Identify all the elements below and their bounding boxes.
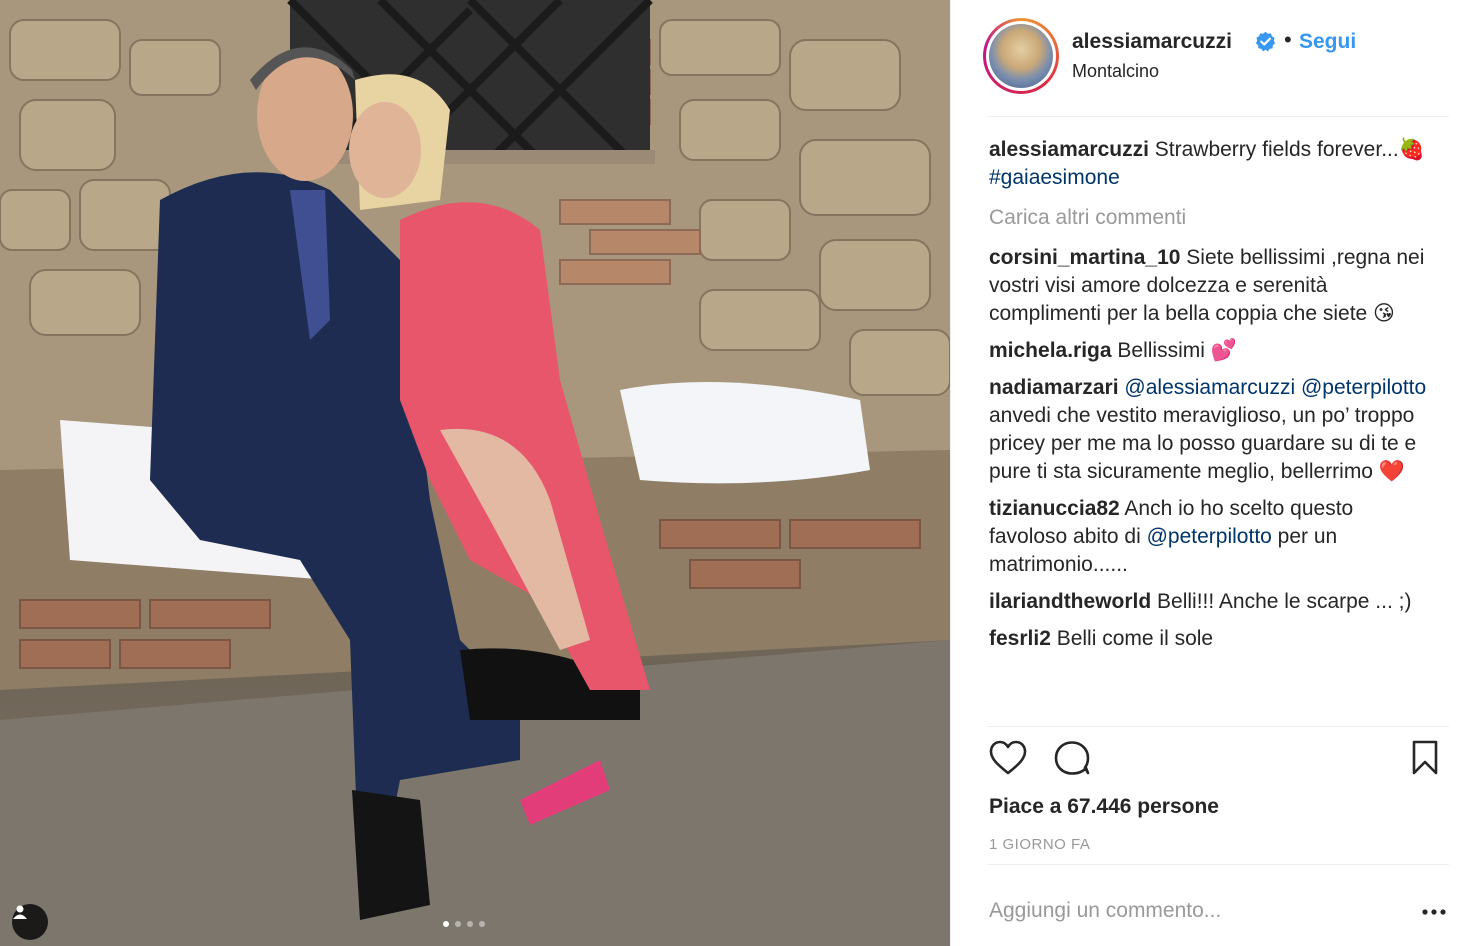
story-ring[interactable] (983, 18, 1059, 94)
verified-badge-icon (1255, 31, 1276, 52)
comment-item: corsini_martina_10 Siete bellissimi ,reg… (989, 244, 1429, 328)
tagged-users-button[interactable] (12, 904, 48, 940)
comment-username[interactable]: tizianuccia82 (989, 497, 1120, 520)
comment-username[interactable]: corsini_martina_10 (989, 246, 1180, 269)
comment-item: michela.riga Bellissimi 💕 (989, 337, 1429, 365)
divider (987, 726, 1449, 727)
post-header: alessiamarcuzzi • Segui Montalcino (951, 0, 1458, 116)
carousel-dot[interactable] (443, 921, 449, 927)
follow-button[interactable]: Segui (1299, 30, 1356, 54)
caption: alessiamarcuzzi Strawberry fields foreve… (989, 136, 1429, 192)
divider (987, 864, 1449, 865)
comment-text: Belli!!! Anche le scarpe ... ;) (1151, 590, 1412, 613)
comment-text: Belli come il sole (1050, 627, 1214, 650)
avatar[interactable] (989, 24, 1053, 88)
post-author-username[interactable]: alessiamarcuzzi (1072, 30, 1232, 54)
comment-item: fesrli2 Belli come il sole (989, 625, 1429, 653)
divider (987, 116, 1449, 117)
load-more-comments-button[interactable]: Carica altri commenti (989, 204, 1429, 232)
mention-link[interactable]: @alessiamarcuzzi (1124, 376, 1295, 399)
comment-bubble-icon[interactable] (1053, 740, 1091, 776)
bookmark-icon[interactable] (1411, 740, 1439, 776)
photo-illustration (0, 0, 950, 946)
comment-username[interactable]: nadiamarzari (989, 376, 1119, 399)
carousel-dot[interactable] (467, 921, 473, 927)
comment-text: anvedi che vestito meraviglioso, un po’ … (989, 404, 1417, 483)
post-timestamp[interactable]: 1 GIORNO FA (989, 836, 1090, 853)
comment-username[interactable]: alessiamarcuzzi (989, 138, 1149, 161)
post-photo[interactable] (0, 0, 950, 946)
action-bar (989, 740, 1438, 780)
mention-link[interactable]: @peterpilotto (1147, 525, 1272, 548)
comment-username[interactable]: michela.riga (989, 339, 1112, 362)
add-comment-input[interactable] (989, 896, 1389, 926)
more-options-icon[interactable] (1421, 902, 1447, 922)
comments-list[interactable]: alessiamarcuzzi Strawberry fields foreve… (989, 136, 1429, 726)
comment-item: ilariandtheworld Belli!!! Anche le scarp… (989, 588, 1429, 616)
likes-count[interactable]: Piace a 67.446 persone (989, 795, 1219, 819)
comment-username[interactable]: fesrli2 (989, 627, 1051, 650)
like-heart-icon[interactable] (989, 740, 1027, 776)
comment-item: nadiamarzari @alessiamarcuzzi @peterpilo… (989, 374, 1429, 486)
comment-item: tizianuccia82 Anch io ho scelto questo f… (989, 495, 1429, 579)
carousel-dot[interactable] (455, 921, 461, 927)
comment-username[interactable]: ilariandtheworld (989, 590, 1151, 613)
carousel-dot[interactable] (479, 921, 485, 927)
hashtag-link[interactable]: #gaiaesimone (989, 166, 1120, 189)
comment-text: Bellissimi 💕 (1111, 339, 1237, 362)
separator-dot: • (1284, 27, 1292, 52)
caption-text: Strawberry fields forever...🍓 (1148, 138, 1425, 161)
location-link[interactable]: Montalcino (1072, 61, 1159, 82)
post-details-panel: alessiamarcuzzi • Segui Montalcino aless… (950, 0, 1458, 946)
carousel-indicator (443, 921, 485, 927)
user-icon (13, 905, 27, 919)
mention-link[interactable]: @peterpilotto (1301, 376, 1426, 399)
